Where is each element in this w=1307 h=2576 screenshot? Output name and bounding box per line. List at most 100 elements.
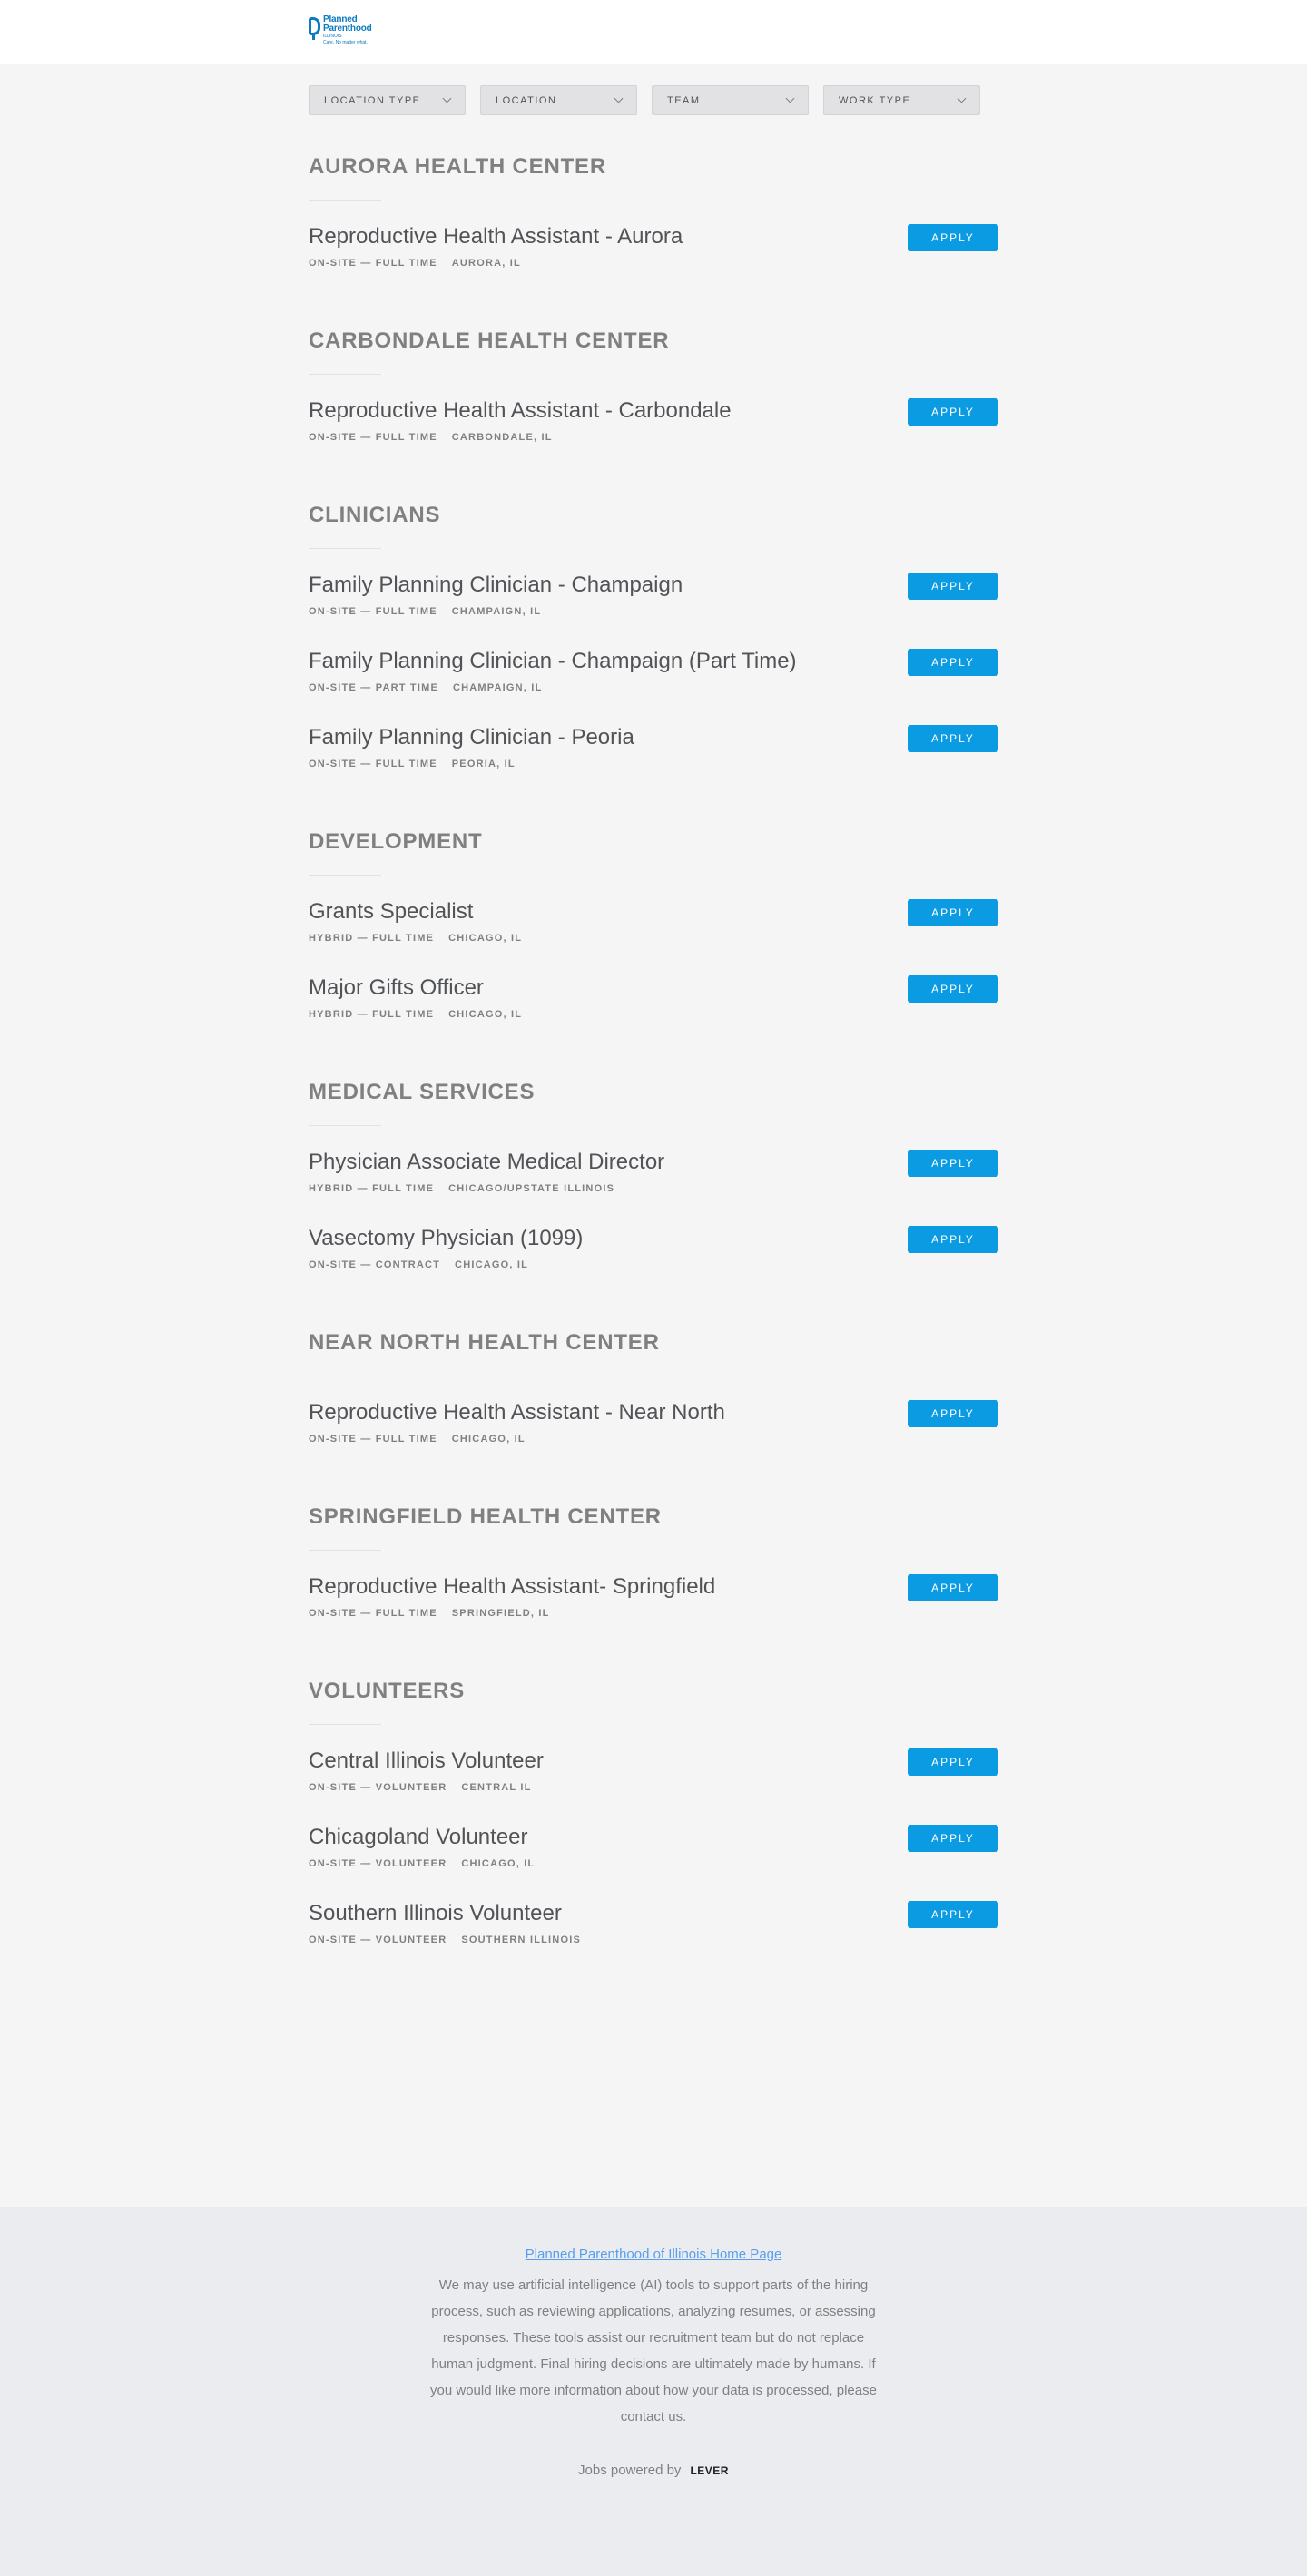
apply-button[interactable]: APPLY xyxy=(908,1901,998,1928)
posting-meta: ON-SITE — VOLUNTEER CENTRAL IL xyxy=(309,1782,998,1793)
logo-tagline: Care. No matter what. xyxy=(323,40,368,45)
home-page-link[interactable]: Planned Parenthood of Illinois Home Page xyxy=(526,2247,782,2262)
posting-commitment: ON-SITE — PART TIME xyxy=(309,682,438,693)
posting-row: Reproductive Health Assistant - Aurora ON… xyxy=(309,224,998,300)
posting-row: Physician Associate Medical Director HYBR… xyxy=(309,1150,998,1226)
divider xyxy=(309,1125,381,1126)
posting-title-link[interactable]: Reproductive Health Assistant - Carbonda… xyxy=(309,398,998,424)
posting-title-link[interactable]: Reproductive Health Assistant - Aurora xyxy=(309,224,998,250)
divider xyxy=(309,374,381,375)
filter-location-dropdown[interactable]: LOCATION xyxy=(480,85,637,115)
group-title: DEVELOPMENT xyxy=(309,829,483,854)
apply-button[interactable]: APPLY xyxy=(908,1400,998,1427)
posting-row: Reproductive Health Assistant - Carbonda… xyxy=(309,398,998,475)
pp-logo-icon xyxy=(309,17,320,40)
planned-parenthood-logo[interactable]: Planned Parenthood ILLINOIS Care. No mat… xyxy=(309,15,381,48)
filter-label: LOCATION xyxy=(496,94,557,106)
group-title: NEAR NORTH HEALTH CENTER xyxy=(309,1330,660,1355)
posting-meta: ON-SITE — FULL TIME AURORA, IL xyxy=(309,258,998,269)
posting-location: CHICAGO, IL xyxy=(451,1434,526,1445)
posting-meta: ON-SITE — FULL TIME SPRINGFIELD, IL xyxy=(309,1608,998,1619)
posting-commitment: ON-SITE — FULL TIME xyxy=(309,1434,437,1445)
powered-by: Jobs powered by LEVER xyxy=(0,2463,1307,2478)
posting-title-link[interactable]: Reproductive Health Assistant - Near Nor… xyxy=(309,1400,998,1425)
posting-row: Major Gifts Officer HYBRID — FULL TIME CHI… xyxy=(309,975,998,1052)
postings-list: AURORA HEALTH CENTER Reproductive Health … xyxy=(309,153,998,2004)
posting-row: Reproductive Health Assistant- Springfie… xyxy=(309,1574,998,1650)
apply-button[interactable]: APPLY xyxy=(908,649,998,676)
lever-logo[interactable]: LEVER xyxy=(690,2464,729,2477)
group-title: AURORA HEALTH CENTER xyxy=(309,154,606,179)
posting-commitment: ON-SITE — FULL TIME xyxy=(309,258,437,269)
apply-button[interactable]: APPLY xyxy=(908,1825,998,1852)
posting-meta: ON-SITE — FULL TIME PEORIA, IL xyxy=(309,759,998,769)
posting-group: CLINICIANS Family Planning Clinician - Ch… xyxy=(309,502,998,801)
posting-commitment: HYBRID — FULL TIME xyxy=(309,933,435,944)
filter-label: LOCATION TYPE xyxy=(324,94,421,106)
posting-meta: ON-SITE — CONTRACT CHICAGO, IL xyxy=(309,1259,998,1270)
posting-title-link[interactable]: Major Gifts Officer xyxy=(309,975,998,1001)
apply-button[interactable]: APPLY xyxy=(908,975,998,1003)
group-title: CARBONDALE HEALTH CENTER xyxy=(309,328,670,353)
posting-meta: ON-SITE — VOLUNTEER CHICAGO, IL xyxy=(309,1858,998,1869)
posting-title-link[interactable]: Central Illinois Volunteer xyxy=(309,1748,998,1774)
apply-button[interactable]: APPLY xyxy=(908,1226,998,1253)
posting-title-link[interactable]: Family Planning Clinician - Champaign (P… xyxy=(309,649,998,674)
group-title: VOLUNTEERS xyxy=(309,1679,466,1703)
posting-row: Vasectomy Physician (1099) ON-SITE — CONT… xyxy=(309,1226,998,1302)
posting-location: CHICAGO/UPSTATE ILLINOIS xyxy=(448,1183,615,1194)
filter-label: TEAM xyxy=(667,94,701,106)
posting-meta: HYBRID — FULL TIME CHICAGO, IL xyxy=(309,933,998,944)
posting-location: CHAMPAIGN, IL xyxy=(452,682,543,693)
posting-title-link[interactable]: Family Planning Clinician - Champaign xyxy=(309,573,998,598)
apply-button[interactable]: APPLY xyxy=(908,1574,998,1601)
apply-button[interactable]: APPLY xyxy=(908,573,998,600)
posting-title-link[interactable]: Family Planning Clinician - Peoria xyxy=(309,725,998,750)
posting-group: VOLUNTEERS Central Illinois Volunteer ON-S… xyxy=(309,1678,998,1977)
posting-row: Family Planning Clinician - Champaign ON-… xyxy=(309,573,998,649)
chevron-down-icon xyxy=(614,93,624,103)
apply-button[interactable]: APPLY xyxy=(908,398,998,426)
posting-location: CHICAGO, IL xyxy=(448,933,523,944)
posting-row: Family Planning Clinician - Peoria ON-SIT… xyxy=(309,725,998,801)
logo-line-3: ILLINOIS xyxy=(323,34,342,39)
posting-location: SOUTHERN ILLINOIS xyxy=(461,1934,581,1945)
posting-commitment: ON-SITE — FULL TIME xyxy=(309,759,437,769)
posting-commitment: ON-SITE — FULL TIME xyxy=(309,1608,437,1619)
posting-title-link[interactable]: Reproductive Health Assistant- Springfie… xyxy=(309,1574,998,1600)
posting-location: AURORA, IL xyxy=(451,258,521,269)
filter-team-dropdown[interactable]: TEAM xyxy=(652,85,809,115)
group-title: SPRINGFIELD HEALTH CENTER xyxy=(309,1504,662,1529)
posting-title-link[interactable]: Southern Illinois Volunteer xyxy=(309,1901,998,1926)
posting-title-link[interactable]: Grants Specialist xyxy=(309,899,998,925)
apply-button[interactable]: APPLY xyxy=(908,1748,998,1776)
posting-title-link[interactable]: Vasectomy Physician (1099) xyxy=(309,1226,998,1251)
posting-meta: ON-SITE — FULL TIME CHAMPAIGN, IL xyxy=(309,606,998,617)
apply-button[interactable]: APPLY xyxy=(908,899,998,926)
filter-work-type-dropdown[interactable]: WORK TYPE xyxy=(823,85,980,115)
posting-row: Family Planning Clinician - Champaign (P… xyxy=(309,649,998,725)
chevron-down-icon xyxy=(957,93,967,103)
posting-group: DEVELOPMENT Grants Specialist HYBRID — FUL… xyxy=(309,828,998,1052)
ai-disclosure-text: We may use artificial intelligence (AI) … xyxy=(430,2277,877,2424)
apply-button[interactable]: APPLY xyxy=(908,224,998,251)
page-header: Planned Parenthood ILLINOIS Care. No mat… xyxy=(0,0,1307,64)
posting-meta: ON-SITE — FULL TIME CHICAGO, IL xyxy=(309,1434,998,1445)
posting-location: CHAMPAIGN, IL xyxy=(451,606,542,617)
apply-button[interactable]: APPLY xyxy=(908,725,998,752)
posting-title-link[interactable]: Physician Associate Medical Director xyxy=(309,1150,998,1175)
posting-row: Reproductive Health Assistant - Near Nor… xyxy=(309,1400,998,1476)
posting-title-link[interactable]: Chicagoland Volunteer xyxy=(309,1825,998,1850)
logo-wordmark: Planned Parenthood ILLINOIS Care. No mat… xyxy=(323,15,372,45)
page-footer: Planned Parenthood of Illinois Home Page… xyxy=(0,2207,1307,2576)
posting-group: SPRINGFIELD HEALTH CENTER Reproductive He… xyxy=(309,1503,998,1650)
apply-button[interactable]: APPLY xyxy=(908,1150,998,1177)
posting-commitment: ON-SITE — FULL TIME xyxy=(309,606,437,617)
logo-line-2: Parenthood xyxy=(323,24,372,34)
divider xyxy=(309,200,381,201)
divider xyxy=(309,548,381,549)
filter-location-type-dropdown[interactable]: LOCATION TYPE xyxy=(309,85,466,115)
posting-location: SPRINGFIELD, IL xyxy=(451,1608,550,1619)
posting-location: CENTRAL IL xyxy=(461,1782,532,1793)
posting-meta: ON-SITE — PART TIME CHAMPAIGN, IL xyxy=(309,682,998,693)
